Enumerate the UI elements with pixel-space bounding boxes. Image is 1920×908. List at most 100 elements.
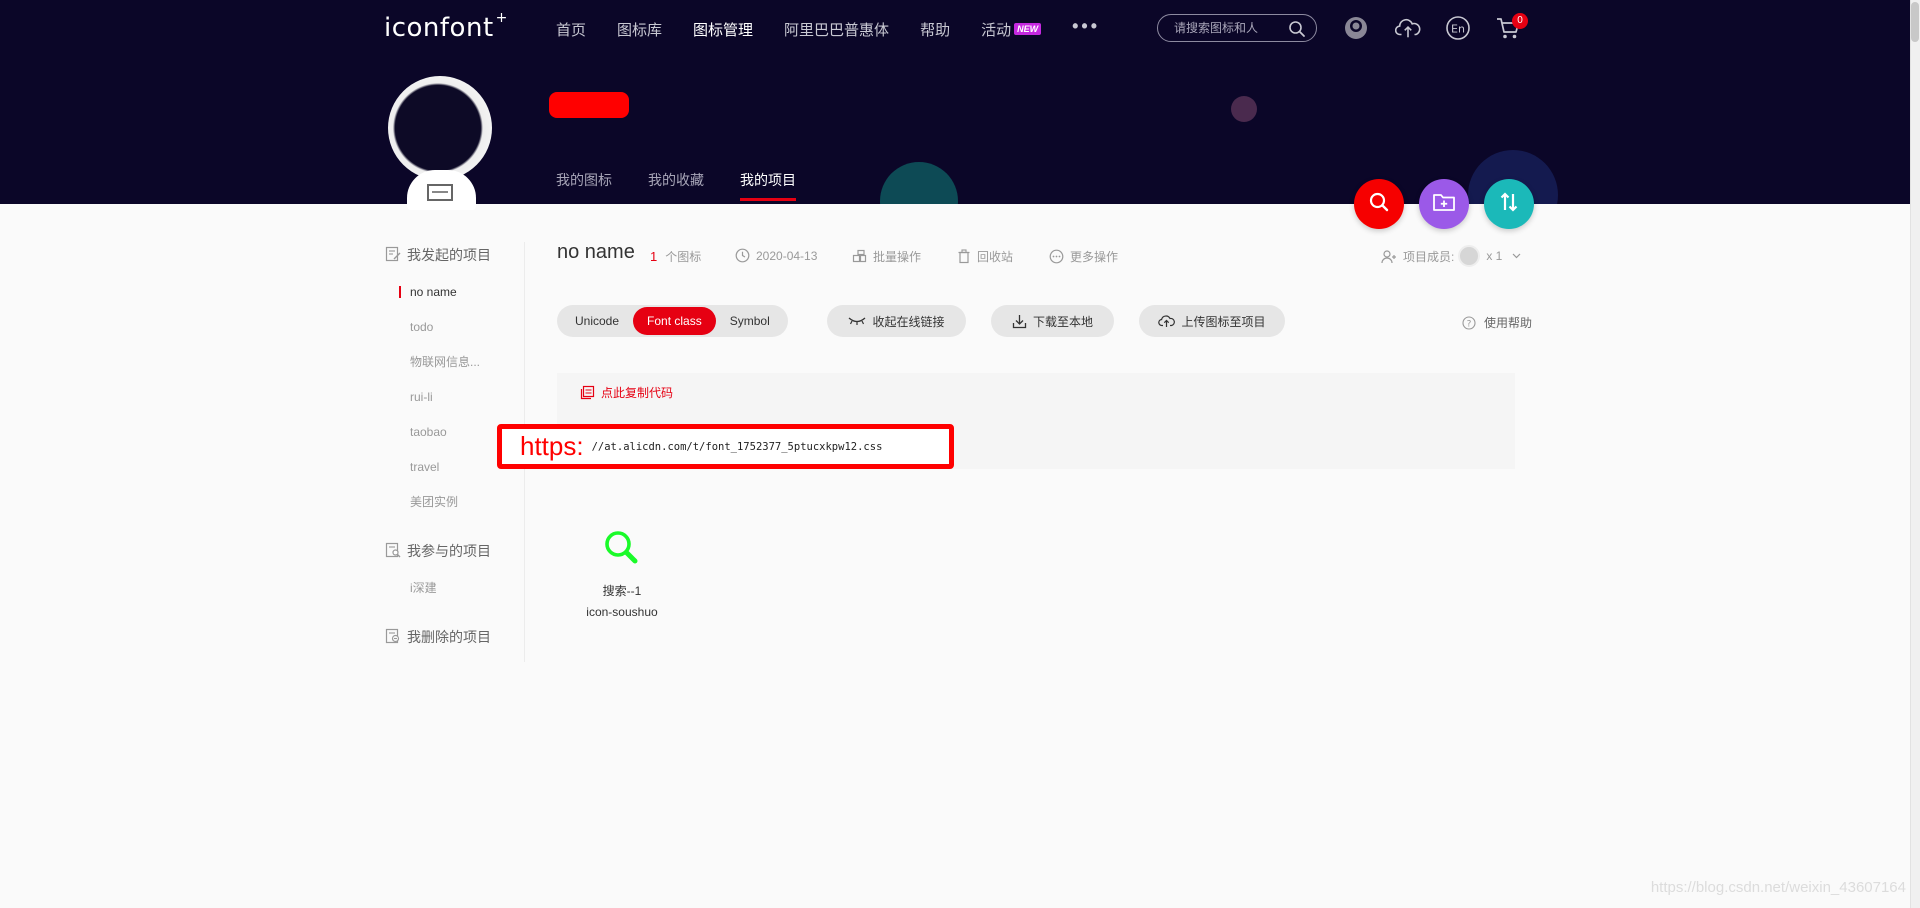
svg-text:En: En	[1451, 23, 1465, 36]
font-css-url[interactable]: https: //at.alicdn.com/t/font_1752377_5p…	[497, 424, 954, 469]
sidebar-group-label: 我发起的项目	[407, 247, 491, 263]
fab-new-project-button[interactable]	[1419, 179, 1469, 229]
nav-icon-library[interactable]: 图标库	[617, 19, 662, 40]
fab-search-button[interactable]	[1354, 179, 1404, 229]
project-members[interactable]: 项目成员: x 1	[1381, 245, 1521, 267]
header-search[interactable]	[1157, 14, 1317, 42]
astronaut-chest-box	[427, 184, 453, 201]
members-icon	[1381, 249, 1397, 264]
search-input[interactable]	[1174, 21, 1292, 35]
nav-activity[interactable]: 活动 NEW	[981, 19, 1042, 40]
nav-activity-label: 活动	[981, 21, 1012, 39]
search-icon	[1368, 191, 1390, 218]
sort-arrows-icon	[1497, 190, 1521, 219]
watermark: https://blog.csdn.net/weixin_43607164	[1650, 879, 1906, 896]
collapse-online-link-button[interactable]: 收起在线链接	[827, 305, 966, 337]
page-scrollbar[interactable]	[1910, 0, 1920, 908]
svg-text:?: ?	[1467, 319, 1472, 329]
icon-card[interactable]: 搜索--1 icon-soushuo	[577, 528, 667, 622]
sidebar-group-label: 我参与的项目	[407, 543, 491, 559]
tab-font-class[interactable]: Font class	[633, 307, 716, 335]
folder-add-icon	[1432, 191, 1456, 218]
code-type-switch: Unicode Font class Symbol	[557, 305, 788, 337]
deleted-document-icon	[385, 628, 401, 647]
icon-name: 搜索--1	[602, 584, 642, 598]
copy-code-label: 点此复制代码	[601, 386, 674, 400]
search-icon	[602, 528, 642, 568]
recycle-bin-button[interactable]: 回收站	[957, 248, 1013, 265]
download-icon	[1012, 314, 1027, 329]
icon-count-label: 个图标	[665, 250, 702, 264]
tab-my-projects[interactable]: 我的项目	[740, 170, 796, 201]
nav-alibaba-font[interactable]: 阿里巴巴普惠体	[784, 19, 889, 40]
header-banner: iconfont + 首页 图标库 图标管理 阿里巴巴普惠体 帮助 活动 NEW …	[0, 0, 1910, 204]
download-local-button[interactable]: 下载至本地	[991, 305, 1114, 337]
cloud-upload-icon	[1158, 314, 1176, 328]
upload-icons-label: 上传图标至项目	[1181, 314, 1266, 329]
scrollbar-thumb[interactable]	[1911, 2, 1919, 42]
members-label: 项目成员:	[1403, 249, 1455, 264]
nav-icon-management[interactable]: 图标管理	[693, 19, 753, 40]
project-title: no name	[557, 241, 635, 263]
tab-symbol[interactable]: Symbol	[716, 307, 784, 335]
clock-icon	[735, 248, 750, 263]
members-count: x 1	[1486, 249, 1503, 263]
grid-icon	[852, 249, 867, 264]
batch-operation-label: 批量操作	[873, 250, 922, 264]
sidebar-item-shenjian[interactable]: i深建	[385, 571, 525, 606]
top-nav: 首页 图标库 图标管理 阿里巴巴普惠体 帮助 活动 NEW •••	[556, 16, 1131, 40]
fab-sort-button[interactable]	[1484, 179, 1534, 229]
copy-icon	[580, 385, 595, 400]
sidebar-item-no-name[interactable]: no name	[385, 275, 525, 310]
nav-home[interactable]: 首页	[556, 19, 586, 40]
sidebar-item-iot[interactable]: 物联网信息...	[385, 345, 525, 380]
download-local-label: 下载至本地	[1032, 314, 1093, 329]
more-operations-button[interactable]: 更多操作	[1049, 248, 1118, 265]
icon-count-number: 1	[650, 249, 658, 264]
language-icon[interactable]: En	[1445, 15, 1471, 41]
astronaut-avatar[interactable]	[388, 76, 492, 180]
upload-icons-button[interactable]: 上传图标至项目	[1139, 305, 1285, 337]
copy-code-button[interactable]: 点此复制代码	[580, 384, 673, 401]
trash-icon	[957, 249, 971, 264]
sidebar-group-label: 我删除的项目	[407, 629, 491, 645]
tab-my-icons[interactable]: 我的图标	[556, 170, 612, 190]
edit-document-icon	[385, 246, 401, 265]
member-avatar	[1458, 245, 1481, 267]
nav-more-button[interactable]: •••	[1072, 16, 1100, 37]
project-date: 2020-04-13	[735, 248, 817, 263]
new-badge: NEW	[1014, 23, 1042, 35]
more-dots-icon	[1049, 249, 1064, 264]
iconfont-logo[interactable]: iconfont +	[384, 10, 508, 43]
eye-closed-icon	[848, 316, 866, 326]
nav-help[interactable]: 帮助	[920, 19, 950, 40]
url-protocol: https:	[520, 431, 584, 461]
sidebar-item-meituan[interactable]: 美团实例	[385, 485, 525, 520]
chevron-down-icon	[1512, 253, 1521, 259]
tab-my-favorites[interactable]: 我的收藏	[648, 170, 704, 190]
user-avatar-icon[interactable]	[1343, 15, 1369, 41]
sidebar-item-todo[interactable]: todo	[385, 310, 525, 345]
cart-count-badge: 0	[1512, 13, 1528, 29]
recycle-bin-label: 回收站	[977, 250, 1014, 264]
url-text: //at.alicdn.com/t/font_1752377_5ptucxkpw…	[591, 440, 883, 453]
usage-help-link[interactable]: ? 使用帮助	[1462, 314, 1532, 331]
upload-cloud-icon[interactable]	[1395, 15, 1421, 41]
sidebar-group-deleted[interactable]: 我删除的项目	[385, 624, 525, 650]
decor-bubble-teal	[880, 162, 958, 204]
tab-unicode[interactable]: Unicode	[561, 307, 633, 335]
redacted-username	[549, 92, 629, 118]
sidebar-group-joined[interactable]: 我参与的项目	[385, 538, 525, 564]
decor-bubble-pink	[1231, 96, 1257, 122]
icon-count: 1 个图标	[650, 248, 701, 265]
sidebar-item-rui-li[interactable]: rui-li	[385, 380, 525, 415]
usage-help-label: 使用帮助	[1484, 316, 1533, 330]
search-icon[interactable]	[1288, 20, 1306, 43]
profile-tabs: 我的图标 我的收藏 我的项目	[556, 170, 832, 201]
more-operations-label: 更多操作	[1070, 250, 1119, 264]
project-date-text: 2020-04-13	[756, 248, 818, 263]
sidebar-group-created[interactable]: 我发起的项目	[385, 242, 525, 268]
batch-operation-button[interactable]: 批量操作	[852, 248, 921, 265]
collapse-online-link-label: 收起在线链接	[872, 314, 945, 329]
help-icon: ?	[1462, 315, 1476, 330]
